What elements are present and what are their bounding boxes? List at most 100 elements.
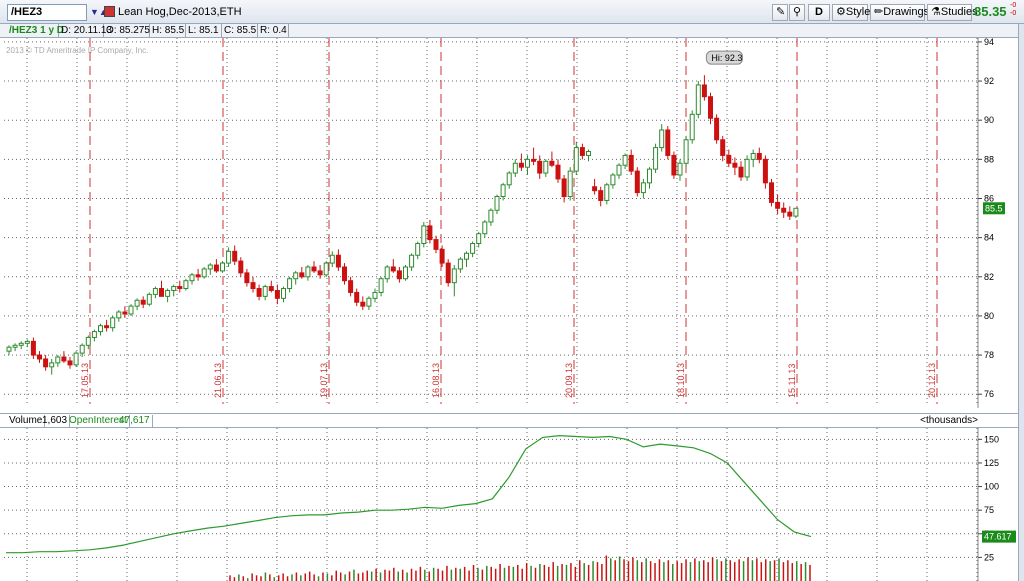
candle-up — [525, 158, 530, 168]
candle-up — [403, 266, 408, 280]
net-change-bottom: -0 — [1010, 10, 1017, 17]
candle-up — [116, 311, 122, 319]
candle-down — [671, 154, 677, 176]
volume-tick-label: 25 — [984, 552, 994, 562]
candle-up — [79, 344, 85, 354]
candle-up — [500, 184, 506, 198]
candle-up — [793, 207, 799, 217]
candle-up — [18, 342, 24, 346]
date-marker-label: 15.11.13 — [787, 364, 797, 398]
symbol-input[interactable]: /HEZ3 — [7, 4, 87, 21]
candle-down — [311, 266, 317, 272]
candle-down — [537, 160, 543, 174]
info-date: D: 20.11.13 — [61, 24, 112, 38]
candle-down — [30, 340, 36, 356]
candle-up — [110, 317, 116, 329]
candle-down — [67, 360, 73, 366]
candle-down — [549, 160, 555, 166]
candle-down — [238, 260, 244, 274]
candle-up — [695, 84, 701, 115]
volume-chart[interactable]: 25507510012515047.617 — [0, 428, 1018, 581]
candle-up — [543, 160, 549, 174]
candle-up — [165, 289, 171, 297]
candle-down — [720, 139, 726, 156]
volume-tick-label: 150 — [984, 434, 999, 444]
candle-down — [579, 147, 585, 156]
last-price: 85.35 — [974, 4, 1007, 19]
candle-down — [274, 289, 280, 299]
candle-up — [616, 164, 622, 176]
candle-down — [433, 239, 439, 250]
candle-up — [622, 154, 628, 166]
studies-button[interactable]: ⚗Studies — [927, 4, 978, 21]
candle-down — [714, 117, 720, 141]
candle-up — [476, 233, 482, 245]
zoom-tool-icon[interactable]: ⚲ — [789, 4, 805, 21]
candle-up — [378, 278, 384, 293]
last-price-badge-label: 85.5 — [985, 203, 1003, 213]
candle-up — [451, 268, 457, 284]
candle-down — [213, 264, 219, 272]
volume-pane-header: Volume 1,603 OpenInterest 47,617 <thousa… — [0, 413, 1024, 428]
candle-down — [348, 280, 354, 293]
candle-up — [653, 147, 659, 170]
candle-up — [512, 162, 518, 174]
candle-down — [396, 270, 402, 280]
date-marker-label: 16.08.13 — [431, 363, 441, 398]
candle-down — [37, 354, 42, 360]
drawings-button[interactable]: ✏Drawings — [870, 4, 929, 21]
candle-down — [518, 162, 524, 168]
info-open: O: 85.275 — [106, 24, 150, 38]
data-box: /HEZ3 1 y D D: 20.11.13 O: 85.275 H: 85.… — [0, 24, 1024, 38]
candle-down — [177, 286, 183, 290]
price-tick-label: 86 — [984, 193, 994, 203]
candle-up — [281, 288, 286, 299]
candle-down — [250, 282, 256, 290]
candle-up — [24, 340, 30, 344]
date-marker-label: 20.12.13 — [927, 363, 937, 398]
net-change-top: -0 — [1010, 2, 1017, 9]
candle-down — [445, 262, 451, 284]
price-tick-label: 92 — [984, 76, 994, 86]
candle-up — [12, 344, 18, 348]
style-label: Style — [845, 6, 871, 18]
candle-up — [750, 152, 756, 160]
candle-down — [439, 248, 445, 264]
candle-up — [305, 266, 311, 278]
candle-up — [604, 184, 610, 201]
aggregation-button[interactable]: D — [808, 4, 830, 21]
candle-up — [683, 139, 689, 164]
candle-up — [372, 291, 378, 299]
candle-down — [787, 211, 793, 217]
candle-down — [531, 158, 537, 162]
price-chart[interactable]: 76 78 80 82 84 86 88 90 92 94 17.05.13 21.06.13 19.0… — [0, 38, 1018, 408]
style-button[interactable]: ⚙Style — [832, 4, 871, 21]
style-icon: ⚙ — [836, 6, 846, 18]
candle-up — [366, 297, 372, 307]
candle-up — [421, 225, 427, 245]
date-marker-label: 19.07.13 — [319, 363, 329, 398]
candle-down — [756, 152, 762, 160]
candle-up — [91, 331, 97, 338]
price-pane[interactable]: 76 78 80 82 84 86 88 90 92 94 17.05.13 21.06.13 19.0… — [0, 38, 1024, 408]
candle-down — [634, 170, 640, 194]
crosshair-tool-icon[interactable]: ✎ — [772, 4, 788, 21]
toolbar: /HEZ3 ▼▲ Lean Hog,Dec-2013,ETH ✎ ⚲ D ⚙St… — [0, 0, 1024, 24]
date-marker-label: 18.10.13 — [676, 363, 686, 398]
open-interest-badge-label: 47.617 — [984, 532, 1012, 542]
candle-down — [762, 158, 768, 184]
candle-up — [659, 129, 665, 149]
candle-down — [268, 286, 274, 291]
candle-down — [390, 266, 396, 272]
info-range: R: 0.4 — [258, 24, 289, 38]
candle-down — [360, 301, 366, 307]
high-marker-label: Hi: 92.3 — [711, 53, 742, 63]
candle-up — [677, 162, 683, 176]
symbol-link-icon[interactable] — [104, 6, 115, 17]
candle-down — [61, 356, 67, 362]
candle-down — [335, 254, 341, 268]
study-label[interactable]: /HEZ3 1 y D — [7, 24, 64, 38]
candle-up — [189, 274, 195, 282]
price-tick-label: 88 — [984, 154, 994, 164]
candle-down — [299, 272, 305, 278]
